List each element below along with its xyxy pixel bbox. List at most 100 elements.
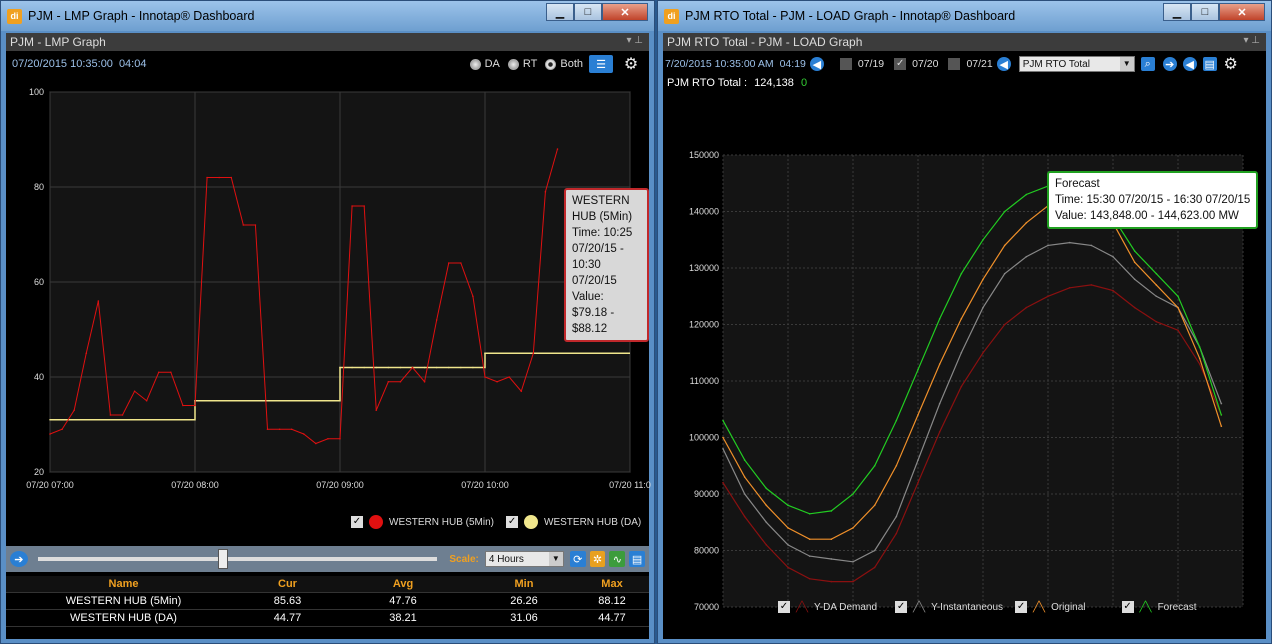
date-checkbox-0719[interactable]: [839, 58, 852, 70]
data-point: [787, 504, 789, 507]
data-point: [1047, 244, 1049, 247]
data-point: [873, 464, 876, 467]
load-titlebar[interactable]: di PJM RTO Total - PJM - LOAD Graph - In…: [658, 1, 1271, 31]
data-point: [327, 437, 329, 440]
data-point: [722, 448, 724, 450]
gear-icon[interactable]: ⚙: [1219, 55, 1243, 73]
table-row[interactable]: WESTERN HUB (5Min) 85.63 47.76 26.26 88.12: [6, 593, 649, 610]
data-point: [145, 418, 148, 421]
maximize-button[interactable]: □: [574, 3, 602, 21]
data-point: [254, 399, 257, 402]
legend-label-da: WESTERN HUB (DA): [544, 516, 642, 528]
load-legend: ✓ ╱╲ Y-DA Demand ✓ ╱╲ Y-Instantaneous ✓ ╱╲ Ori…: [778, 601, 1197, 613]
data-point: [484, 376, 486, 378]
data-point: [423, 380, 426, 383]
settings-icon[interactable]: ✲: [589, 551, 606, 567]
y-tick-label: 100: [29, 87, 44, 97]
data-point: [852, 493, 854, 495]
date-checkbox-0720[interactable]: ✓: [894, 58, 907, 70]
scale-dropdown[interactable]: 4 Hours ▼: [484, 551, 564, 567]
minimize-button[interactable]: ▁: [546, 3, 574, 21]
data-point: [917, 414, 919, 416]
date-checkbox-0721[interactable]: [948, 58, 961, 70]
data-point: [938, 431, 941, 433]
speaker-icon[interactable]: ◀: [1182, 57, 1197, 71]
legend-checkbox-da[interactable]: ✓: [506, 516, 519, 528]
data-point: [1155, 272, 1158, 275]
legend-checkbox-original[interactable]: ✓: [1015, 601, 1028, 613]
legend-dot-rt: [369, 515, 383, 529]
data-point: [1198, 363, 1201, 365]
radio-both[interactable]: Both: [545, 58, 583, 70]
close-button[interactable]: ✕: [1219, 3, 1265, 21]
data-point: [435, 366, 438, 369]
legend-checkbox-forecast[interactable]: ✓: [1121, 601, 1134, 613]
data-point: [387, 366, 390, 369]
radio-da[interactable]: DA: [469, 58, 500, 70]
data-point: [133, 418, 136, 421]
data-point: [873, 549, 876, 552]
lmp-titlebar[interactable]: di PJM - LMP Graph - Innotap® Dashboard …: [1, 1, 654, 31]
legend-checkbox-ydemand[interactable]: ✓: [778, 601, 790, 613]
pin-icon[interactable]: ▾ ⊥: [1243, 35, 1260, 46]
legend-checkbox-rt[interactable]: ✓: [351, 516, 363, 528]
lmp-chart: 100 80 60 40 20 07/20 07:00 07/20 08:00 07/20 0…: [26, 87, 651, 490]
close-button[interactable]: ✕: [602, 3, 648, 21]
data-point: [496, 380, 498, 383]
data-point: [363, 205, 365, 207]
data-point: [302, 399, 305, 402]
panel-title: PJM RTO Total - PJM - LOAD Graph: [667, 35, 863, 49]
chevron-down-icon: ▼: [1119, 57, 1134, 71]
data-point: [960, 385, 963, 388]
data-point: [97, 300, 100, 302]
data-point: [206, 399, 208, 402]
data-point: [1133, 250, 1136, 252]
lmp-panel: PJM - LMP Graph ▾ ⊥ 07/20/2015 10:35:00 0…: [6, 33, 651, 639]
search-icon[interactable]: ⌕: [1140, 57, 1155, 71]
load-tooltip: Forecast Time: 15:30 07/20/15 - 16:30 07/…: [1047, 171, 1259, 229]
y-tick-label: 40: [34, 372, 44, 382]
lmp-legend: ✓ WESTERN HUB (5Min) ✓ WESTERN HUB (DA): [351, 515, 641, 529]
data-point: [170, 371, 172, 374]
data-point: [1090, 244, 1093, 247]
maximize-button[interactable]: □: [1191, 3, 1219, 21]
time-slider[interactable]: [37, 549, 438, 569]
data-point: [830, 580, 833, 583]
data-point: [722, 481, 724, 484]
pin-icon[interactable]: ▾ ⊥: [626, 35, 643, 46]
refresh-icon[interactable]: ⟳: [569, 551, 586, 567]
data-point: [351, 205, 353, 207]
data-point: [1220, 402, 1223, 405]
radio-rt[interactable]: RT: [507, 58, 537, 70]
chart-icon[interactable]: ∿: [609, 551, 626, 567]
legend-checkbox-yinst[interactable]: ✓: [895, 601, 908, 613]
data-point: [315, 442, 317, 445]
slider-handle[interactable]: [217, 549, 228, 569]
chevron-down-icon: ▼: [548, 552, 563, 566]
speaker-icon[interactable]: ◀: [809, 57, 824, 71]
minimize-button[interactable]: ▁: [1163, 3, 1191, 21]
data-point: [339, 437, 341, 440]
table-row[interactable]: WESTERN HUB (DA) 44.77 38.21 31.06 44.77: [6, 610, 649, 627]
data-point: [194, 404, 196, 407]
data-point: [520, 352, 523, 355]
data-point: [808, 512, 811, 515]
data-point: [411, 366, 414, 369]
data-point: [938, 402, 941, 405]
scale-label: Scale:: [449, 553, 479, 565]
data-point: [917, 481, 919, 484]
gear-icon[interactable]: ⚙: [619, 55, 643, 73]
data-point: [121, 414, 124, 416]
arrow-right-icon[interactable]: ➔: [1162, 57, 1177, 71]
speaker-icon[interactable]: ◀: [996, 57, 1011, 71]
elapsed-time: 04:04: [118, 58, 147, 70]
export-icon[interactable]: ▤: [629, 551, 645, 567]
x-tick-label: 07/20 10:00: [461, 480, 509, 490]
play-icon[interactable]: ➔: [10, 551, 28, 567]
export-icon[interactable]: ▤: [1202, 57, 1217, 71]
data-point: [472, 295, 474, 298]
y-tick-label: 20: [34, 467, 44, 477]
list-icon[interactable]: ☰: [589, 55, 613, 73]
data-point: [852, 527, 854, 529]
region-dropdown[interactable]: PJM RTO Total ▼: [1018, 56, 1135, 72]
